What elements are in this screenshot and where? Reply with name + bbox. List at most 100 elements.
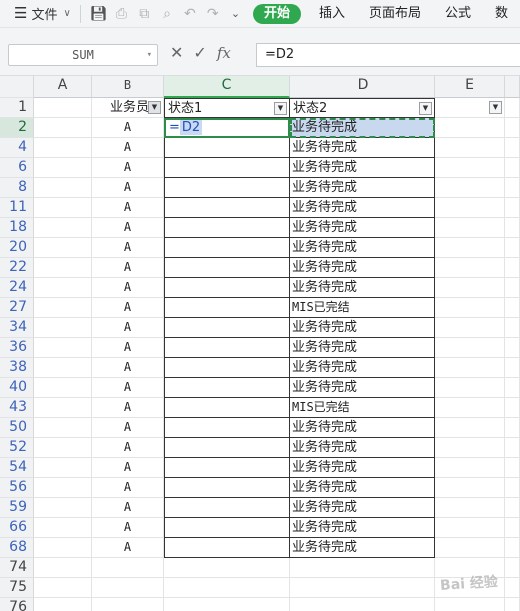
cell-d1[interactable]: 状态2 ▼	[290, 98, 435, 118]
cell-e[interactable]	[435, 158, 505, 178]
cell-a[interactable]	[34, 158, 92, 178]
cell-status1[interactable]	[164, 198, 290, 218]
cell-salesperson[interactable]: A	[92, 538, 164, 558]
row-header[interactable]: 2	[0, 118, 34, 138]
redo-icon[interactable]: ↷	[201, 6, 224, 22]
row-header[interactable]: 52	[0, 438, 34, 458]
cell-a[interactable]	[34, 378, 92, 398]
cell-a[interactable]	[34, 398, 92, 418]
cell-status1[interactable]	[164, 258, 290, 278]
cell-status2[interactable]: 业务待完成	[290, 498, 435, 518]
cell-f[interactable]	[505, 378, 520, 398]
empty-cell[interactable]	[505, 578, 520, 598]
cell-status1[interactable]	[164, 498, 290, 518]
cell-f[interactable]	[505, 458, 520, 478]
cell-status1[interactable]	[164, 478, 290, 498]
cell-status2[interactable]: 业务待完成	[290, 538, 435, 558]
cell-status2[interactable]: MIS已完结	[290, 298, 435, 318]
cell-a[interactable]	[34, 278, 92, 298]
cell-f[interactable]	[505, 118, 520, 138]
cell-e[interactable]	[435, 538, 505, 558]
print-preview-icon[interactable]: ⧉	[133, 6, 156, 22]
cell-salesperson[interactable]: A	[92, 198, 164, 218]
cell-salesperson[interactable]: A	[92, 238, 164, 258]
row-header[interactable]: 6	[0, 158, 34, 178]
row-header[interactable]: 54	[0, 458, 34, 478]
confirm-icon[interactable]: ✓	[193, 43, 206, 62]
cell-e[interactable]	[435, 418, 505, 438]
cell-status2[interactable]: 业务待完成	[290, 358, 435, 378]
cell-salesperson[interactable]: A	[92, 298, 164, 318]
empty-cell[interactable]	[92, 598, 164, 611]
empty-cell[interactable]	[92, 578, 164, 598]
cell-e[interactable]	[435, 258, 505, 278]
cell-status1[interactable]	[164, 238, 290, 258]
cell-status2[interactable]: 业务待完成	[290, 258, 435, 278]
cell-salesperson[interactable]: A	[92, 338, 164, 358]
cell-a[interactable]	[34, 178, 92, 198]
cell-e[interactable]	[435, 218, 505, 238]
row-header[interactable]: 75	[0, 578, 34, 598]
cell-e[interactable]	[435, 298, 505, 318]
cell-b1[interactable]: 业务员 ▼	[92, 98, 164, 118]
cell-e[interactable]	[435, 118, 505, 138]
cell-f[interactable]	[505, 258, 520, 278]
cell-e[interactable]	[435, 458, 505, 478]
cell-f[interactable]	[505, 198, 520, 218]
row-header[interactable]: 27	[0, 298, 34, 318]
row-header[interactable]: 68	[0, 538, 34, 558]
cell-salesperson[interactable]: A	[92, 318, 164, 338]
row-header[interactable]: 36	[0, 338, 34, 358]
row-header[interactable]: 40	[0, 378, 34, 398]
cell-e[interactable]	[435, 358, 505, 378]
tab-data[interactable]: 数	[483, 4, 520, 24]
cell-f[interactable]	[505, 498, 520, 518]
cell-status1[interactable]	[164, 398, 290, 418]
cell-status2[interactable]: 业务待完成	[290, 218, 435, 238]
cell-f[interactable]	[505, 138, 520, 158]
cell-a1[interactable]	[34, 98, 92, 118]
formula-input[interactable]: =D2	[256, 43, 520, 67]
cell-a[interactable]	[34, 518, 92, 538]
empty-cell[interactable]	[290, 578, 435, 598]
cell-status1[interactable]	[164, 418, 290, 438]
cell-f[interactable]	[505, 398, 520, 418]
referenced-cell-d2[interactable]: 业务待完成	[290, 118, 435, 138]
cell-salesperson[interactable]: A	[92, 518, 164, 538]
cell-status1[interactable]	[164, 158, 290, 178]
row-header[interactable]: 66	[0, 518, 34, 538]
cell-status1[interactable]	[164, 518, 290, 538]
cell-e[interactable]	[435, 438, 505, 458]
cell-e[interactable]	[435, 498, 505, 518]
empty-cell[interactable]	[34, 558, 92, 578]
cell-f[interactable]	[505, 418, 520, 438]
cancel-icon[interactable]: ✕	[170, 43, 183, 62]
cell-salesperson[interactable]: A	[92, 378, 164, 398]
cell-e[interactable]	[435, 518, 505, 538]
empty-cell[interactable]	[164, 578, 290, 598]
spreadsheet-grid[interactable]: A B C D E 1 业务员 ▼ 状态1 ▼ 状态2 ▼ ▼ 2 A = D2 业务待…	[0, 76, 520, 611]
cell-e[interactable]	[435, 338, 505, 358]
cell-salesperson[interactable]: A	[92, 118, 164, 138]
cell-e[interactable]	[435, 318, 505, 338]
insert-function-icon[interactable]: fx	[217, 44, 231, 62]
empty-cell[interactable]	[505, 558, 520, 578]
cell-salesperson[interactable]: A	[92, 458, 164, 478]
cell-e[interactable]	[435, 198, 505, 218]
find-icon[interactable]: ⌕	[156, 6, 179, 22]
cell-f[interactable]	[505, 358, 520, 378]
column-header-e[interactable]: E	[435, 76, 505, 98]
cell-f[interactable]	[505, 318, 520, 338]
cell-status2[interactable]: 业务待完成	[290, 438, 435, 458]
cell-f[interactable]	[505, 538, 520, 558]
cell-salesperson[interactable]: A	[92, 418, 164, 438]
cell-status2[interactable]: MIS已完结	[290, 398, 435, 418]
cell-a[interactable]	[34, 138, 92, 158]
cell-a[interactable]	[34, 238, 92, 258]
save-icon[interactable]: 💾︎	[87, 6, 110, 22]
filter-icon[interactable]: ▼	[489, 101, 502, 114]
cell-a[interactable]	[34, 258, 92, 278]
tab-insert[interactable]: 插入	[307, 4, 357, 24]
cell-status2[interactable]: 业务待完成	[290, 198, 435, 218]
row-header[interactable]: 38	[0, 358, 34, 378]
